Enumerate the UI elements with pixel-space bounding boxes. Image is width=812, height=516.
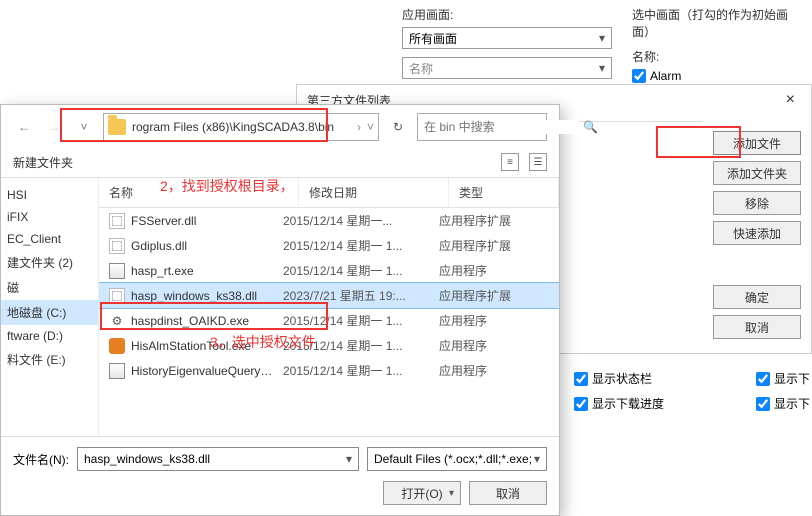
up-arrow-icon[interactable]: ˅ <box>73 116 95 138</box>
file-row[interactable]: HistoryEigenvalueQueryTool.exe 2015/12/14… <box>99 358 559 383</box>
sidebar-item[interactable]: EC_Client <box>1 228 98 250</box>
file-list: FSServer.dll2015/12/14 星期一...应用程序扩展Gdipl… <box>99 208 559 436</box>
dll-icon <box>109 238 125 254</box>
sidebar-item[interactable]: 料文件 (E:) <box>1 347 98 372</box>
show-progress-checkbox[interactable]: 显示下载进度 <box>574 395 664 412</box>
sidebar: HSIiFIXEC_Client建文件夹 (2)磁地磁盘 (C:)ftware … <box>1 178 99 436</box>
ok-button[interactable]: 确定 <box>713 285 801 309</box>
sidebar-item[interactable]: iFIX <box>1 206 98 228</box>
file-name: Gdiplus.dll <box>131 239 277 253</box>
show-status-checkbox[interactable]: 显示状态栏 <box>574 370 664 387</box>
orange-icon <box>109 338 125 354</box>
name-col-label: 名称: <box>632 48 802 65</box>
address-bar[interactable]: rogram Files (x86)\KingSCADA3.8\bin › ˅ <box>103 113 379 141</box>
file-filter-select[interactable]: Default Files (*.ocx;*.dll;*.exe; <box>367 447 547 471</box>
add-folder-button[interactable]: 添加文件夹 <box>713 161 801 185</box>
alarm-checkbox[interactable] <box>632 69 646 83</box>
file-type: 应用程序 <box>439 337 549 354</box>
filename-value: hasp_windows_ks38.dll <box>84 452 210 466</box>
file-filter-text: Default Files (*.ocx;*.dll;*.exe; <box>374 452 532 466</box>
annotation-3: 3，选中授权文件 <box>210 332 316 352</box>
file-row[interactable]: Gdiplus.dll 2015/12/14 星期一 1... 应用程序扩展 <box>99 233 559 258</box>
annotation-2: 2，找到授权根目录， <box>160 176 294 196</box>
file-type: 应用程序 <box>439 312 549 329</box>
file-name: hasp_windows_ks38.dll <box>131 289 277 303</box>
file-type: 应用程序 <box>439 262 549 279</box>
file-date: 2015/12/14 星期一 1... <box>283 362 433 379</box>
file-row[interactable]: ⚙ haspdinst_OAIKD.exe 2015/12/14 星期一 1... 应… <box>99 308 559 333</box>
folder-icon <box>108 119 126 135</box>
address-text: rogram Files (x86)\KingSCADA3.8\bin <box>132 120 351 134</box>
file-row[interactable]: FSServer.dll 2015/12/14 星期一... 应用程序扩展 <box>99 208 559 233</box>
dll-icon <box>109 213 125 229</box>
new-folder-button[interactable]: 新建文件夹 <box>13 154 73 171</box>
file-type: 应用程序扩展 <box>439 237 549 254</box>
gear-icon: ⚙ <box>109 313 125 329</box>
refresh-icon[interactable]: ↻ <box>387 116 409 138</box>
col-date[interactable]: 修改日期 <box>299 178 449 207</box>
filename-input[interactable]: hasp_windows_ks38.dll <box>77 447 359 471</box>
quick-add-button[interactable]: 快速添加 <box>713 221 801 245</box>
file-type: 应用程序扩展 <box>439 212 549 229</box>
view-mode-icon[interactable]: ≡ <box>501 153 519 171</box>
alarm-label: Alarm <box>650 69 681 83</box>
add-file-button[interactable]: 添加文件 <box>713 131 801 155</box>
exe-icon <box>109 263 125 279</box>
close-icon[interactable]: × <box>780 89 801 111</box>
back-arrow-icon[interactable]: ← <box>13 116 35 138</box>
filename-label: 文件名(N): <box>13 451 69 468</box>
file-type: 应用程序扩展 <box>439 287 549 304</box>
view-list-icon[interactable]: ☰ <box>529 153 547 171</box>
sidebar-item[interactable]: 建文件夹 (2) <box>1 250 98 275</box>
sidebar-item[interactable]: 地磁盘 (C:) <box>1 300 98 325</box>
sidebar-item[interactable]: 磁 <box>1 275 98 300</box>
col-type[interactable]: 类型 <box>449 178 559 207</box>
sidebar-item[interactable]: ftware (D:) <box>1 325 98 347</box>
show-dl1-checkbox[interactable]: 显示下 <box>756 370 810 387</box>
open-button[interactable]: 打开(O) <box>383 481 461 505</box>
file-row[interactable]: hasp_rt.exe 2015/12/14 星期一 1... 应用程序 <box>99 258 559 283</box>
file-date: 2015/12/14 星期一 1... <box>283 312 433 329</box>
file-name: haspdinst_OAIKD.exe <box>131 314 277 328</box>
exe-icon <box>109 363 125 379</box>
name-field-label: 名称 <box>409 60 433 77</box>
selected-screen-label: 选中画面（打勾的作为初始画面） <box>632 6 802 40</box>
file-date: 2023/7/21 星期五 19:... <box>283 287 433 304</box>
file-row[interactable]: HisAlmStationTool.exe2015/12/14 星期一 1...… <box>99 333 559 358</box>
app-screen-label: 应用画面: <box>402 6 612 23</box>
dll-icon <box>109 288 125 304</box>
alarm-checkbox-row[interactable]: Alarm <box>632 69 802 83</box>
app-screen-combo[interactable]: 所有画面 <box>402 27 612 49</box>
search-input[interactable] <box>424 120 579 134</box>
file-date: 2015/12/14 星期一 1... <box>283 237 433 254</box>
file-date: 2015/12/14 星期一 1... <box>283 262 433 279</box>
show-dl2-checkbox[interactable]: 显示下 <box>756 395 810 412</box>
remove-button[interactable]: 移除 <box>713 191 801 215</box>
sidebar-item[interactable]: HSI <box>1 184 98 206</box>
cancel-button[interactable]: 取消 <box>713 315 801 339</box>
cancel-open-button[interactable]: 取消 <box>469 481 547 505</box>
file-type: 应用程序 <box>439 362 549 379</box>
file-name: HistoryEigenvalueQueryTool.exe <box>131 364 277 378</box>
file-open-dialog: ← → ˅ rogram Files (x86)\KingSCADA3.8\bi… <box>0 104 560 516</box>
search-box[interactable]: 🔍 <box>417 113 547 141</box>
forward-arrow-icon[interactable]: → <box>43 116 65 138</box>
app-screen-value: 所有画面 <box>409 30 457 47</box>
file-date: 2015/12/14 星期一... <box>283 212 433 229</box>
search-icon[interactable]: 🔍 <box>583 120 598 134</box>
name-input[interactable]: 名称 <box>402 57 612 79</box>
file-name: hasp_rt.exe <box>131 264 277 278</box>
file-row[interactable]: hasp_windows_ks38.dll 2023/7/21 星期五 19:..… <box>99 283 559 308</box>
file-name: FSServer.dll <box>131 214 277 228</box>
